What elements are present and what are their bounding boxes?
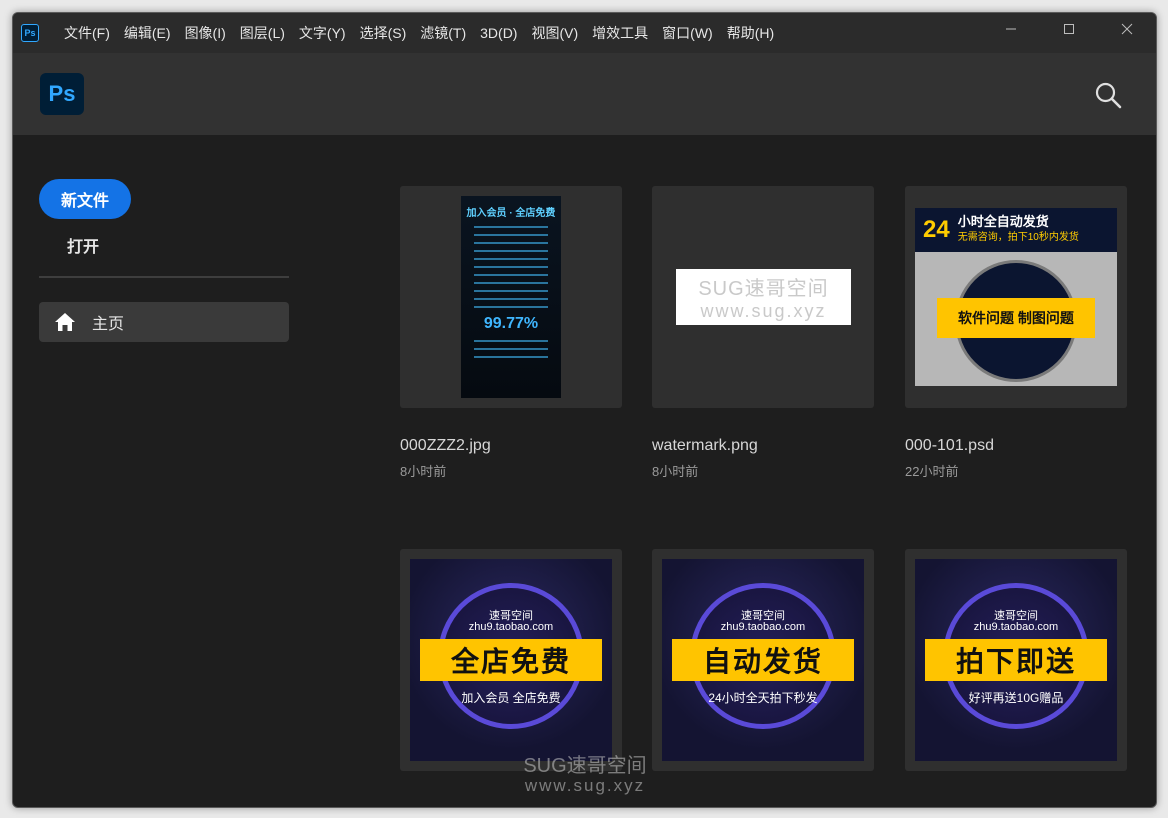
poster-title: 加入会员 · 全店免费 bbox=[466, 208, 556, 219]
menu-image[interactable]: 图像(I) bbox=[178, 13, 233, 53]
badge-bar: 软件问题 制图问题 bbox=[937, 298, 1095, 338]
poster-text-line bbox=[474, 290, 548, 292]
promo-image: 速哥空间 zhu9.taobao.com 全店免费 加入会员 全店免费 bbox=[410, 559, 612, 761]
menu-edit[interactable]: 编辑(E) bbox=[117, 13, 178, 53]
sidebar: 新文件 打开 主页 bbox=[39, 179, 291, 342]
minimize-button[interactable] bbox=[982, 13, 1040, 45]
maximize-button[interactable] bbox=[1040, 13, 1098, 45]
file-thumbnail[interactable]: 加入会员 · 全店免费 99.77% bbox=[400, 186, 622, 408]
poster-text-line bbox=[474, 226, 548, 228]
poster-text-line bbox=[474, 234, 548, 236]
recent-file-card[interactable]: 速哥空间 zhu9.taobao.com 自动发货 24小时全天拍下秒发 bbox=[652, 549, 874, 771]
promo-subtitle: 24小时全天拍下秒发 bbox=[708, 691, 818, 705]
home-header: Ps bbox=[13, 53, 1156, 135]
poster-text-line bbox=[474, 306, 548, 308]
overlay-watermark: SUG速哥空间 www.sug.xyz bbox=[505, 756, 665, 796]
poster-text-line bbox=[474, 242, 548, 244]
menu-window[interactable]: 窗口(W) bbox=[655, 13, 720, 53]
poster-percent: 99.77% bbox=[483, 315, 539, 332]
poster-text-line bbox=[474, 356, 548, 358]
promo-url: zhu9.taobao.com bbox=[468, 621, 554, 633]
menu-layer[interactable]: 图层(L) bbox=[233, 13, 292, 53]
recent-file-card[interactable]: 速哥空间 zhu9.taobao.com 拍下即送 好评再送10G赠品 bbox=[905, 549, 1127, 771]
maximize-icon bbox=[1064, 24, 1074, 34]
file-modified-time: 8小时前 bbox=[652, 464, 699, 479]
badge-heading-line-1: 小时全自动发货 bbox=[957, 214, 1049, 229]
menu-type[interactable]: 文字(Y) bbox=[292, 13, 353, 53]
photoshop-window: Ps 文件(F) 编辑(E) 图像(I) 图层(L) 文字(Y) 选择(S) 滤… bbox=[12, 12, 1157, 808]
close-button[interactable] bbox=[1098, 13, 1156, 45]
poster-text-line bbox=[474, 340, 548, 342]
badge-heading-line-2: 无需咨询，拍下10秒内发货 bbox=[957, 232, 1079, 243]
menubar: Ps 文件(F) 编辑(E) 图像(I) 图层(L) 文字(Y) 选择(S) 滤… bbox=[13, 13, 1156, 53]
menu-plugins[interactable]: 增效工具 bbox=[585, 13, 655, 53]
watermark-line-1: SUG速哥空间 bbox=[698, 278, 829, 300]
file-name: watermark.png bbox=[652, 437, 758, 454]
badge-header: 24 小时全自动发货 无需咨询，拍下10秒内发货 bbox=[915, 208, 1117, 252]
app-icon: Ps bbox=[21, 24, 39, 42]
poster-text-line bbox=[474, 348, 548, 350]
sidebar-item-label: 主页 bbox=[92, 316, 125, 333]
promo-image: 速哥空间 zhu9.taobao.com 自动发货 24小时全天拍下秒发 bbox=[662, 559, 864, 761]
menu-select[interactable]: 选择(S) bbox=[353, 13, 414, 53]
open-button[interactable]: 打开 bbox=[67, 236, 291, 260]
sidebar-divider bbox=[39, 276, 289, 278]
badge-number: 24 bbox=[923, 216, 950, 243]
promo-subtitle: 加入会员 全店免费 bbox=[461, 691, 561, 705]
search-icon bbox=[1095, 82, 1122, 109]
menu-filter[interactable]: 滤镜(T) bbox=[413, 13, 473, 53]
file-thumbnail[interactable]: 速哥空间 zhu9.taobao.com 自动发货 24小时全天拍下秒发 bbox=[652, 549, 874, 771]
search-button[interactable] bbox=[1094, 81, 1122, 109]
file-name: 000ZZZ2.jpg bbox=[400, 437, 491, 454]
file-thumbnail[interactable]: 速哥空间 zhu9.taobao.com 全店免费 加入会员 全店免费 bbox=[400, 549, 622, 771]
menu-help[interactable]: 帮助(H) bbox=[720, 13, 781, 53]
promo-subtitle: 好评再送10G赠品 bbox=[968, 691, 1064, 705]
recent-file-card[interactable]: SUG速哥空间 www.sug.xyz watermark.png 8小时前 bbox=[652, 186, 874, 480]
promo-url: zhu9.taobao.com bbox=[720, 621, 806, 633]
poster-image: 加入会员 · 全店免费 99.77% bbox=[461, 196, 561, 398]
menu-view[interactable]: 视图(V) bbox=[524, 13, 585, 53]
home-icon bbox=[55, 313, 75, 331]
file-thumbnail[interactable]: SUG速哥空间 www.sug.xyz bbox=[652, 186, 874, 408]
overlay-watermark-line-1: SUG速哥空间 bbox=[523, 755, 647, 777]
file-modified-time: 22小时前 bbox=[905, 464, 959, 479]
minimize-icon bbox=[1006, 28, 1016, 30]
poster-text-line bbox=[474, 266, 548, 268]
recent-file-card[interactable]: 速哥空间 zhu9.taobao.com 全店免费 加入会员 全店免费 bbox=[400, 549, 622, 771]
photoshop-logo: Ps bbox=[40, 73, 84, 115]
file-modified-time: 8小时前 bbox=[400, 464, 447, 479]
window-controls bbox=[982, 13, 1156, 45]
badge-image: 24 小时全自动发货 无需咨询，拍下10秒内发货 软件问题 制图问题 bbox=[915, 208, 1117, 386]
sidebar-item-home[interactable]: 主页 bbox=[39, 302, 289, 342]
overlay-watermark-line-2: www.sug.xyz bbox=[524, 776, 646, 795]
menu-3d[interactable]: 3D(D) bbox=[473, 13, 524, 53]
watermark-image: SUG速哥空间 www.sug.xyz bbox=[676, 269, 851, 325]
promo-url: zhu9.taobao.com bbox=[973, 621, 1059, 633]
recent-file-card[interactable]: 加入会员 · 全店免费 99.77% 000ZZZ2.jpg 8小时前 bbox=[400, 186, 622, 480]
watermark-line-2: www.sug.xyz bbox=[700, 301, 827, 321]
poster-text-line bbox=[474, 250, 548, 252]
menu-file[interactable]: 文件(F) bbox=[57, 13, 117, 53]
promo-banner: 全店免费 bbox=[420, 639, 602, 681]
file-thumbnail[interactable]: 速哥空间 zhu9.taobao.com 拍下即送 好评再送10G赠品 bbox=[905, 549, 1127, 771]
promo-image: 速哥空间 zhu9.taobao.com 拍下即送 好评再送10G赠品 bbox=[915, 559, 1117, 761]
poster-text-line bbox=[474, 274, 548, 276]
promo-banner: 拍下即送 bbox=[925, 639, 1107, 681]
menu: 文件(F) 编辑(E) 图像(I) 图层(L) 文字(Y) 选择(S) 滤镜(T… bbox=[57, 13, 781, 53]
file-thumbnail[interactable]: 24 小时全自动发货 无需咨询，拍下10秒内发货 软件问题 制图问题 bbox=[905, 186, 1127, 408]
file-name: 000-101.psd bbox=[905, 437, 994, 454]
promo-banner: 自动发货 bbox=[672, 639, 854, 681]
poster-text-line bbox=[474, 282, 548, 284]
new-file-button[interactable]: 新文件 bbox=[39, 179, 131, 219]
poster-text-line bbox=[474, 258, 548, 260]
badge-heading: 小时全自动发货 无需咨询，拍下10秒内发货 bbox=[958, 214, 1079, 246]
recent-file-card[interactable]: 24 小时全自动发货 无需咨询，拍下10秒内发货 软件问题 制图问题 000-1… bbox=[905, 186, 1127, 480]
poster-text-line bbox=[474, 298, 548, 300]
close-icon bbox=[1121, 23, 1133, 35]
